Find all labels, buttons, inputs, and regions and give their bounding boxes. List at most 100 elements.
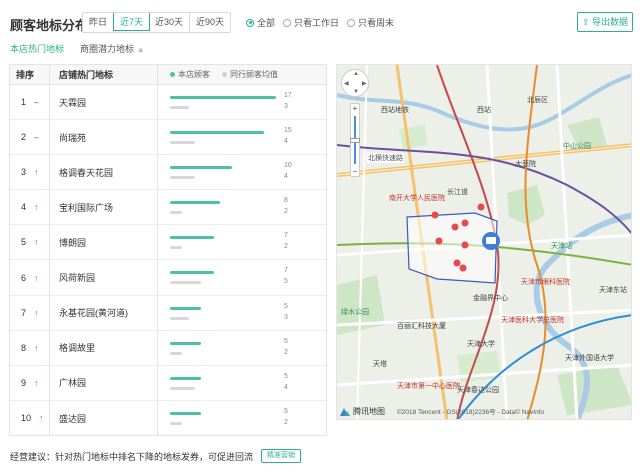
map-label-bridge-road: 长江道 (447, 189, 468, 196)
tab-potential-label: 商圈潜力地标 (80, 44, 135, 54)
landmark-name: 广林园 (50, 365, 158, 400)
range-yesterday-button[interactable]: 昨日 (83, 13, 115, 32)
rank-up-icon: ↑ (34, 377, 39, 388)
export-icon: ⇪ (581, 17, 590, 27)
range-30days-button[interactable]: 近30天 (149, 13, 191, 32)
table-body: 1– 天霖园 17 3 2– 尚瑞苑 15 4 3 ↑ 格调春天花园 10 4 4 ↑ 宝利国际广场 8 2 5 ↑ 博… (10, 85, 326, 436)
bars-cell: 82 (158, 190, 326, 224)
rank-flat-icon: – (34, 132, 40, 143)
map-label-baili: 百丽汇科技大厦 (397, 323, 446, 330)
store-customers-bar (170, 166, 233, 170)
rank-number: 7 (21, 307, 27, 318)
filter-weekday-radio[interactable]: 只看工作日 (283, 16, 339, 29)
rank-number: 5 (21, 237, 27, 248)
col-rank-header: 排序 (10, 65, 50, 84)
peer-average-bar (170, 351, 183, 355)
filter-weekend-label: 只看周末 (358, 18, 395, 28)
lock-icon: 🔒︎ (138, 45, 143, 54)
rank-number: 3 (21, 167, 27, 178)
map-label-tj-med: 天津医科大学总医院 (501, 317, 564, 324)
map-pan-control[interactable]: ▲ ▼ ◀ ▶ (341, 69, 369, 97)
day-filter-group: 全部 只看工作日 只看周末 (246, 16, 394, 29)
store-customers-bar (170, 131, 264, 135)
filter-weekend-radio[interactable]: 只看周末 (347, 16, 394, 29)
landmark-name: 宝利国际广场 (50, 190, 158, 225)
pan-up-icon: ▲ (353, 71, 359, 77)
pan-left-icon: ◀ (344, 81, 349, 87)
store-customers-bar (170, 96, 276, 99)
peer-average-value: 2 (284, 243, 288, 251)
rank-up-icon: ↑ (34, 237, 39, 248)
tab-area-potential-landmarks[interactable]: 商圈潜力地标 🔒︎ (80, 42, 143, 55)
map-provider-logo: 腾讯地图 (339, 406, 385, 417)
landmark-map[interactable]: ▲ ▼ ◀ ▶ + − 西站 西站地铁 北横快速路 北辰区 中山公园 大悲院 南… (336, 64, 632, 420)
table-row: 6 ↑ 风荷新园 7 5 (10, 260, 326, 296)
rank-cell: 2– (10, 120, 50, 155)
bars-cell: 52 (158, 401, 326, 436)
tab-store-hot-landmarks[interactable]: 本店热门地标 (10, 42, 64, 55)
filter-all-radio[interactable]: 全部 (246, 16, 275, 29)
peer-average-value: 4 (284, 383, 288, 391)
precision-marketing-button[interactable]: 精准营销 (261, 449, 302, 463)
table-header: 排序 店铺热门地标 本店顾客 同行顾客均值 (10, 65, 326, 85)
map-label-nankai-hosp: 南开大学人民医院 (389, 195, 445, 202)
rank-cell: 4 ↑ (10, 190, 50, 225)
range-7days-button[interactable]: 近7天 (113, 13, 151, 31)
peer-average-value: 2 (284, 208, 288, 216)
landmark-name: 格调春天花园 (50, 155, 158, 190)
landmark-name: 盛达园 (50, 400, 158, 436)
map-zoom-control[interactable]: + − (350, 103, 360, 177)
peer-average-bar (170, 141, 195, 145)
tencent-map-logo-icon (340, 407, 350, 416)
legend-store-label: 本店顾客 (178, 70, 210, 79)
peer-average-value: 5 (284, 278, 288, 286)
rank-up-icon: ↑ (34, 307, 39, 318)
store-customers-value: 8 (284, 197, 288, 205)
landmark-name: 风荷新园 (50, 260, 158, 295)
zoom-in-icon[interactable]: + (351, 104, 359, 113)
rank-number: 8 (21, 342, 27, 353)
zoom-out-icon[interactable]: − (351, 167, 359, 176)
store-customers-value: 7 (284, 267, 288, 275)
zoom-slider-handle[interactable] (350, 138, 360, 143)
footer-advice: 经营建议：针对热门地标中排名下降的地标发券，可促进回流 精准营销 (10, 449, 302, 463)
peer-average-bar (170, 176, 195, 180)
peer-average-value: 4 (284, 173, 288, 181)
rank-number: 1 (21, 97, 27, 108)
store-customers-value: 5 (284, 407, 288, 415)
peer-average-value: 2 (284, 418, 288, 426)
peer-average-value: 3 (284, 313, 288, 321)
peer-average-value: 4 (284, 138, 288, 146)
bars-cell: 15 4 (158, 120, 326, 154)
bars-legend: 本店顾客 同行顾客均值 (158, 65, 326, 84)
date-range-selector: 昨日 近7天 近30天 近90天 (82, 12, 232, 33)
table-row: 1– 天霖园 17 3 (10, 85, 326, 121)
range-90days-button[interactable]: 近90天 (190, 13, 231, 32)
rank-number: 9 (21, 377, 27, 388)
rank-up-icon: ↑ (34, 342, 39, 353)
map-label-tianta: 天塔 (373, 361, 387, 368)
store-customers-value: 17 (284, 92, 292, 99)
bars-cell: 10 4 (158, 155, 326, 189)
store-customers-bar (170, 341, 202, 345)
export-data-button[interactable]: ⇪ 导出数据 (577, 12, 633, 32)
header-bar: 顾客地标分布 昨日 近7天 近30天 近90天 全部 只看工作日 只看周末 ⇪ … (0, 8, 640, 36)
peer-average-bar (170, 246, 183, 250)
peer-average-bar (170, 106, 189, 109)
rank-cell: 6 ↑ (10, 260, 50, 295)
rank-cell: 5 ↑ (10, 225, 50, 260)
table-row: 5 ↑ 博朗园 7 2 (10, 225, 326, 261)
store-customers-value: 5 (284, 337, 288, 345)
advice-text: 经营建议：针对热门地标中排名下降的地标发券，可促进回流 (10, 451, 254, 462)
map-label-tianjin-hosp: 天津市眼科医院 (521, 279, 570, 286)
store-customers-bar (170, 236, 214, 240)
bars-cell: 17 3 (158, 85, 326, 119)
rank-up-icon: ↑ (34, 272, 39, 283)
rank-number: 4 (21, 202, 27, 213)
landmark-name: 格调故里 (50, 330, 158, 365)
map-label-bei-road: 北横快速路 (367, 153, 404, 163)
page-title: 顾客地标分布 (10, 18, 89, 33)
filter-weekday-label: 只看工作日 (294, 18, 340, 28)
legend-store: 本店顾客 (170, 69, 210, 80)
peer-average-value: 2 (284, 348, 288, 356)
